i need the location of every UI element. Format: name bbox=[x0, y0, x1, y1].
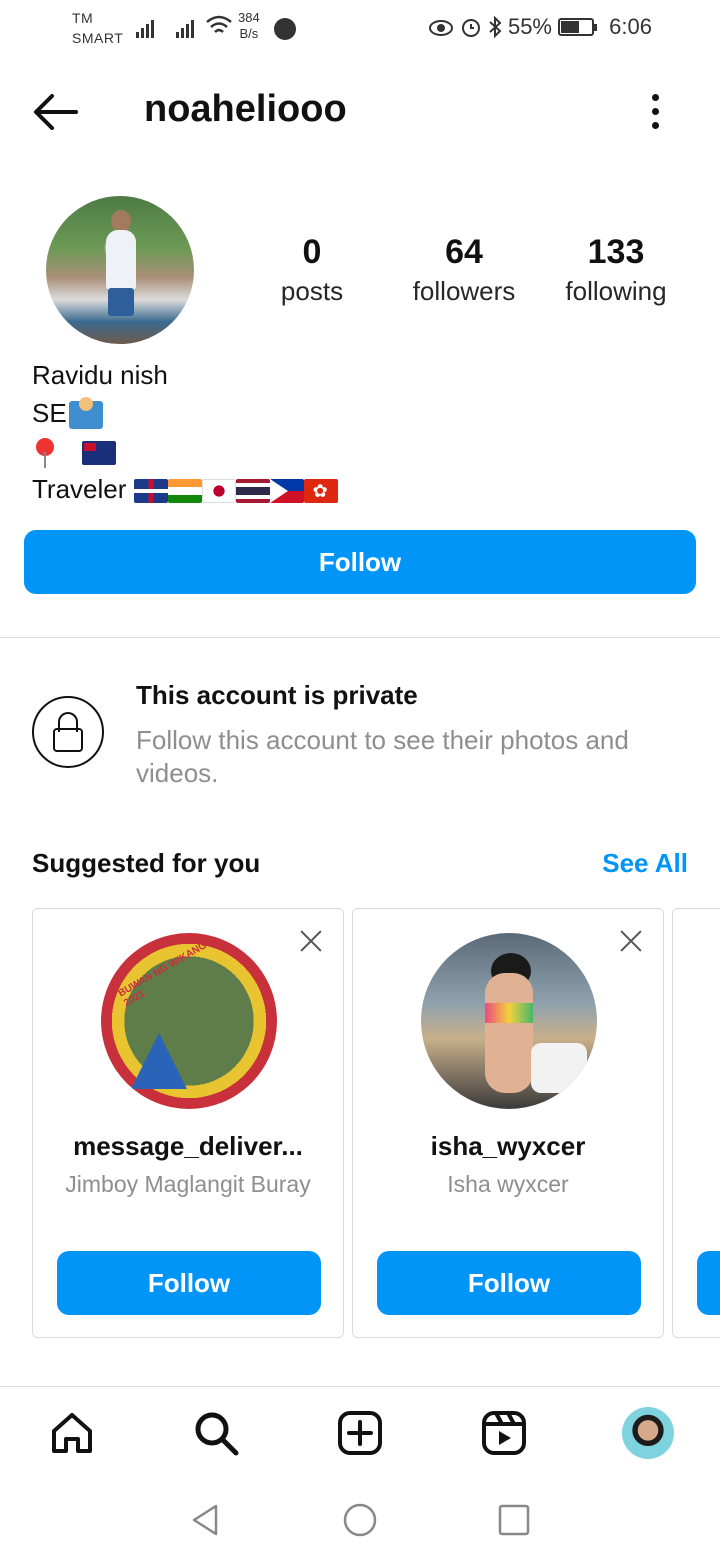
philippines-flag-icon bbox=[269, 479, 304, 504]
bio-line-travel: Traveler bbox=[32, 470, 338, 508]
system-nav bbox=[0, 1480, 720, 1560]
battery-icon bbox=[558, 18, 597, 36]
search-icon[interactable] bbox=[192, 1409, 240, 1457]
uk-flag-icon bbox=[133, 479, 168, 504]
profile-stats: 0 posts 64 followers 133 following bbox=[236, 230, 696, 308]
profile-avatar[interactable] bbox=[46, 196, 194, 344]
stat-posts: 0 posts bbox=[280, 233, 344, 306]
pin-emoji-icon bbox=[36, 438, 54, 469]
messenger-icon bbox=[274, 18, 296, 40]
vertical-dots-icon[interactable] bbox=[640, 90, 672, 134]
network-speed: 384 B/s bbox=[238, 10, 260, 41]
close-icon[interactable] bbox=[617, 927, 645, 955]
status-icons: 55% bbox=[428, 14, 597, 40]
clock: 6:06 bbox=[609, 14, 652, 39]
thailand-flag-icon bbox=[235, 479, 270, 504]
suggested-fullname: Jimboy Maglangit Buray bbox=[65, 1171, 311, 1197]
suggested-avatar[interactable] bbox=[421, 933, 597, 1109]
suggested-follow-button[interactable]: Follow bbox=[377, 1251, 641, 1315]
suggested-username[interactable]: message_deliver... bbox=[33, 1131, 343, 1162]
lock-icon bbox=[32, 696, 104, 768]
system-recents-icon[interactable] bbox=[496, 1502, 532, 1538]
suggested-follow-button[interactable] bbox=[697, 1251, 720, 1315]
technologist-emoji-icon bbox=[68, 397, 103, 430]
bluetooth-icon bbox=[489, 16, 502, 38]
japan-flag-icon bbox=[201, 479, 236, 504]
suggested-title: Suggested for you bbox=[32, 848, 261, 878]
private-title: This account is private bbox=[136, 680, 418, 710]
alarm-icon bbox=[461, 19, 480, 37]
stat-following[interactable]: 133 following bbox=[540, 230, 692, 308]
suggested-card[interactable]: isha_wyxcer Isha wyxcer Follow bbox=[352, 908, 664, 1338]
suggested-fullname: Isha wyxcer bbox=[447, 1171, 569, 1197]
new-post-icon[interactable] bbox=[336, 1409, 384, 1457]
stat-followers[interactable]: 64 followers bbox=[388, 230, 540, 308]
bottom-nav bbox=[0, 1386, 720, 1480]
close-icon[interactable] bbox=[297, 927, 325, 955]
arrow-left-icon[interactable] bbox=[28, 90, 84, 134]
suggested-avatar[interactable]: BUWAN NG WIKANG PAMBANSA 2021 bbox=[101, 933, 277, 1109]
suggested-card-partial[interactable] bbox=[672, 908, 720, 1338]
see-all-link[interactable]: See All bbox=[602, 848, 688, 879]
profile-bio: Ravidu nish SE Traveler bbox=[32, 356, 338, 508]
system-home-icon[interactable] bbox=[342, 1502, 378, 1538]
status-bar: TM SMART 384 B/s 55% 6:06 bbox=[0, 0, 720, 56]
divider bbox=[0, 637, 720, 638]
badge-text-logo: BUWAN NG WIKANG PAMBANSA 2021 bbox=[116, 933, 261, 1010]
system-back-icon[interactable] bbox=[188, 1502, 224, 1538]
hong-kong-flag-icon bbox=[303, 479, 338, 504]
eye-icon bbox=[428, 20, 453, 36]
page-title: noaheliooo bbox=[144, 88, 347, 130]
india-flag-icon bbox=[167, 479, 202, 504]
home-icon[interactable] bbox=[48, 1409, 96, 1457]
battery-percent: 55% bbox=[507, 14, 552, 39]
profile-header: noaheliooo bbox=[0, 72, 720, 148]
follow-button[interactable]: Follow bbox=[24, 530, 696, 594]
carrier-label: TM SMART bbox=[72, 10, 124, 46]
private-subtitle: Follow this account to see their photos … bbox=[136, 725, 629, 788]
profile-name: Ravidu nish bbox=[32, 360, 168, 390]
profile-avatar-tab[interactable] bbox=[622, 1407, 674, 1459]
reels-icon[interactable] bbox=[480, 1409, 528, 1457]
bio-line-location bbox=[32, 432, 338, 470]
suggested-username[interactable]: isha_wyxcer bbox=[353, 1131, 663, 1162]
australia-flag-icon bbox=[82, 441, 116, 466]
suggested-card[interactable]: BUWAN NG WIKANG PAMBANSA 2021 message_de… bbox=[32, 908, 344, 1338]
wifi-icon bbox=[206, 15, 232, 33]
suggested-follow-button[interactable]: Follow bbox=[57, 1251, 321, 1315]
bio-line-role: SE bbox=[32, 394, 338, 432]
signal-icon bbox=[136, 18, 154, 38]
signal-icon bbox=[176, 18, 194, 38]
